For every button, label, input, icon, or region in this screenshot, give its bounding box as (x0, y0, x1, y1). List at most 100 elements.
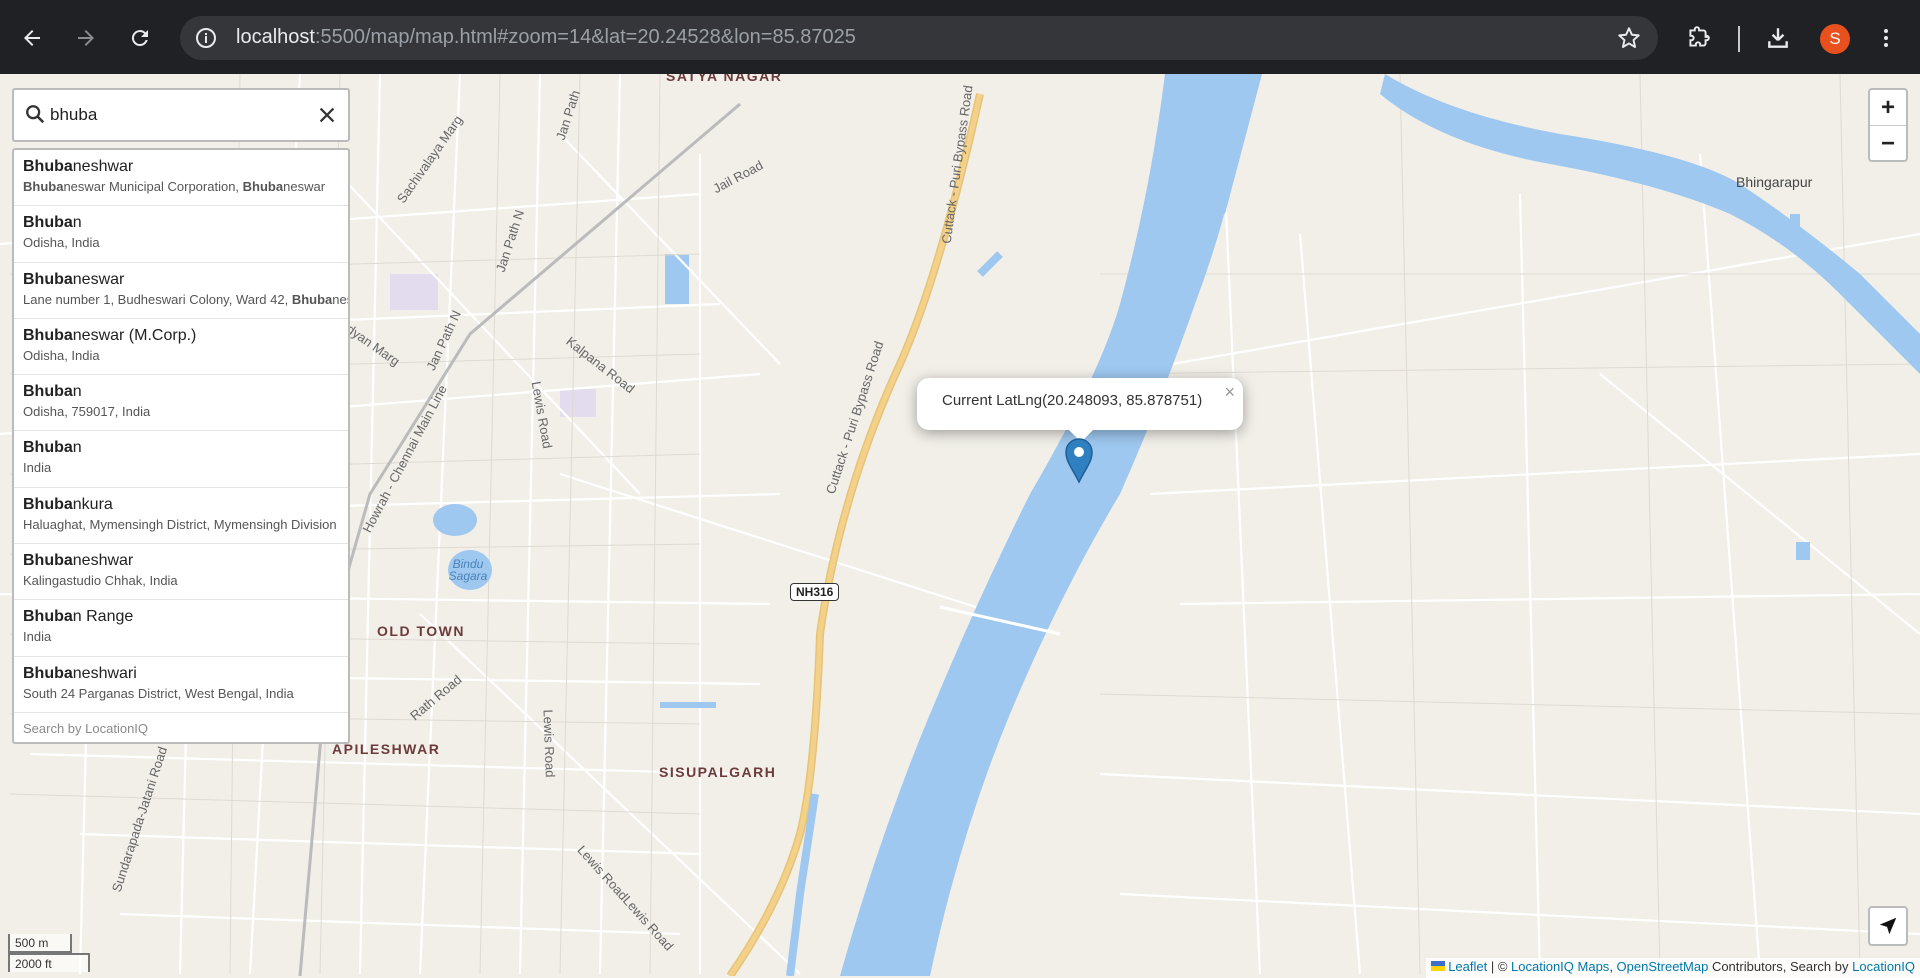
search-result-title: Bhubaneshwari (23, 665, 348, 683)
zoom-control: + − (1868, 88, 1908, 162)
back-button[interactable] (12, 18, 52, 58)
search-result-match: Bhuba (23, 158, 73, 175)
lake-label-bindu-sagara: Bindu Sagara (448, 557, 488, 583)
search-result-item[interactable]: Bhubaneswar (M.Corp.) Odisha, India (14, 319, 348, 376)
downloads-button[interactable] (1758, 18, 1798, 58)
back-arrow-icon (24, 30, 40, 46)
search-result-subtitle: Odisha, India (23, 235, 100, 251)
park-area (390, 274, 438, 310)
search-result-match: Bhuba (23, 552, 73, 570)
reload-button[interactable] (120, 18, 160, 58)
river-branch (1380, 74, 1920, 374)
search-result-title: Bhubaneswar (M.Corp.) (23, 327, 348, 345)
profile-avatar[interactable]: S (1820, 24, 1850, 54)
attr-contrib: Contributors, Search by (1708, 959, 1853, 974)
search-result-match: Bhuba (23, 495, 73, 513)
search-result-match: Bhuba (23, 664, 73, 682)
search-result-title: Bhuban (23, 214, 348, 232)
navigation-arrow-icon (1879, 917, 1897, 935)
search-result-subtitle: South 24 Parganas District, West Bengal,… (23, 685, 294, 701)
search-result-item[interactable]: Bhuban India (14, 431, 348, 488)
search-result-subtitle: Kalingastudio Chhak, India (23, 573, 178, 589)
search-input[interactable] (50, 102, 300, 128)
popup-text: Current LatLng(20.248093, 85.878751) (942, 392, 1203, 409)
attr-sep: | © (1487, 959, 1512, 974)
browser-toolbar: localhost:5500/map/map.html#zoom=14&lat=… (0, 0, 1920, 74)
locate-me-button[interactable] (1868, 906, 1908, 946)
search-result-title: Bhubaneshwar (23, 552, 348, 570)
pond (1790, 214, 1800, 228)
locationiq-link[interactable]: LocationIQ (1852, 959, 1915, 974)
place-label-old-town: OLD TOWN (377, 623, 465, 639)
browser-menu-button[interactable] (1866, 18, 1906, 58)
search-icon (26, 105, 45, 124)
search-result-subtitle: India (23, 460, 52, 476)
kebab-menu-icon (1884, 29, 1888, 47)
clear-search-icon[interactable] (316, 104, 338, 126)
site-info-icon[interactable] (194, 26, 218, 50)
map-scale: 500 m 2000 ft (8, 934, 90, 972)
search-result-rest: n (72, 383, 82, 401)
search-result-rest: neswar (72, 270, 125, 288)
zoom-in-button[interactable]: + (1870, 90, 1906, 126)
search-result-rest: neshwar (72, 552, 134, 570)
search-result-item[interactable]: Bhuban Odisha, India (14, 206, 348, 263)
pond (1796, 542, 1810, 560)
place-label-bhingarapur: Bhingarapur (1736, 174, 1813, 190)
search-result-item[interactable]: Bhubaneshwari South 24 Parganas District,… (14, 657, 348, 713)
place-label-sisupalgarh: SISUPALGARH (659, 764, 777, 780)
search-result-subtitle: Odisha, 759017, India (23, 404, 151, 420)
puzzle-icon (1689, 26, 1710, 47)
locationiq-maps-link[interactable]: LocationIQ Maps (1511, 959, 1609, 974)
search-result-title: Bhubaneshwar (23, 158, 348, 176)
place-label-satya-nagar: SATYA NAGAR (666, 74, 783, 84)
forward-arrow-icon (78, 30, 94, 46)
forward-button[interactable] (66, 18, 106, 58)
search-result-rest: n (72, 214, 82, 232)
map-attribution: Leaflet | © LocationIQ Maps, OpenStreetM… (1425, 958, 1920, 978)
search-result-item[interactable]: Bhuban Odisha, 759017, India (14, 375, 348, 432)
search-result-match: Bhuba (23, 439, 73, 457)
search-result-match: Bhuba (23, 383, 73, 401)
search-result-item[interactable]: Bhubaneswar Lane number 1, Budheswari Col… (14, 263, 348, 319)
download-icon (1768, 28, 1788, 48)
search-result-subtitle: Odisha, India (23, 347, 100, 363)
search-result-item[interactable]: Bhuban Range India (14, 600, 348, 657)
park-area (560, 389, 596, 417)
pond (660, 702, 716, 708)
search-result-match: Bhuba (23, 270, 73, 288)
reload-icon (131, 30, 148, 47)
search-result-rest: neshwar (72, 158, 134, 175)
search-result-match: Bhuba (23, 214, 73, 232)
search-results-list: Bhubaneshwar Bhubaneswar Municipal Corpor… (12, 148, 350, 744)
search-result-subtitle: Lane number 1, Budheswari Colony, Ward 4… (23, 291, 348, 307)
bookmark-star-icon[interactable] (1616, 25, 1642, 51)
road-label-lewis-2: Lewis Road (540, 709, 558, 778)
search-result-item[interactable]: Bhubankura Haluaghat, Mymensingh District… (14, 488, 348, 545)
canal (977, 251, 1003, 277)
search-result-title: Bhubankura (23, 496, 348, 514)
popup-close-button[interactable]: × (1224, 382, 1235, 403)
map-pin-icon[interactable] (1064, 436, 1094, 484)
extensions-button[interactable] (1678, 18, 1718, 58)
search-result-subtitle: Haluaghat, Mymensingh District, Mymensin… (23, 516, 337, 532)
search-box (12, 88, 350, 142)
pond (665, 254, 689, 304)
latlng-popup: Current LatLng(20.248093, 85.878751) × (917, 378, 1243, 430)
search-result-title: Bhuban (23, 439, 348, 457)
pond (433, 504, 477, 536)
search-result-subtitle: Bhubaneswar Municipal Corporation, Bhuba… (23, 179, 326, 194)
address-bar[interactable]: localhost:5500/map/map.html#zoom=14&lat=… (180, 16, 1658, 60)
ukraine-flag-icon (1430, 961, 1445, 971)
search-result-rest: neswar (M.Corp.) (72, 326, 197, 344)
zoom-out-button[interactable]: − (1870, 126, 1906, 161)
search-result-item[interactable]: Bhubaneshwar Kalingastudio Chhak, India (14, 544, 348, 601)
search-result-title: Bhubaneswar (23, 271, 348, 289)
search-result-rest: neshwari (72, 664, 137, 682)
search-result-subtitle: India (23, 629, 52, 645)
search-result-item[interactable]: Bhubaneshwar Bhubaneswar Municipal Corpor… (14, 150, 348, 207)
toolbar-separator (1738, 26, 1740, 52)
openstreetmap-link[interactable]: OpenStreetMap (1617, 959, 1709, 974)
leaflet-link[interactable]: Leaflet (1448, 959, 1487, 974)
highway-shield-nh316: NH316 (790, 583, 840, 601)
